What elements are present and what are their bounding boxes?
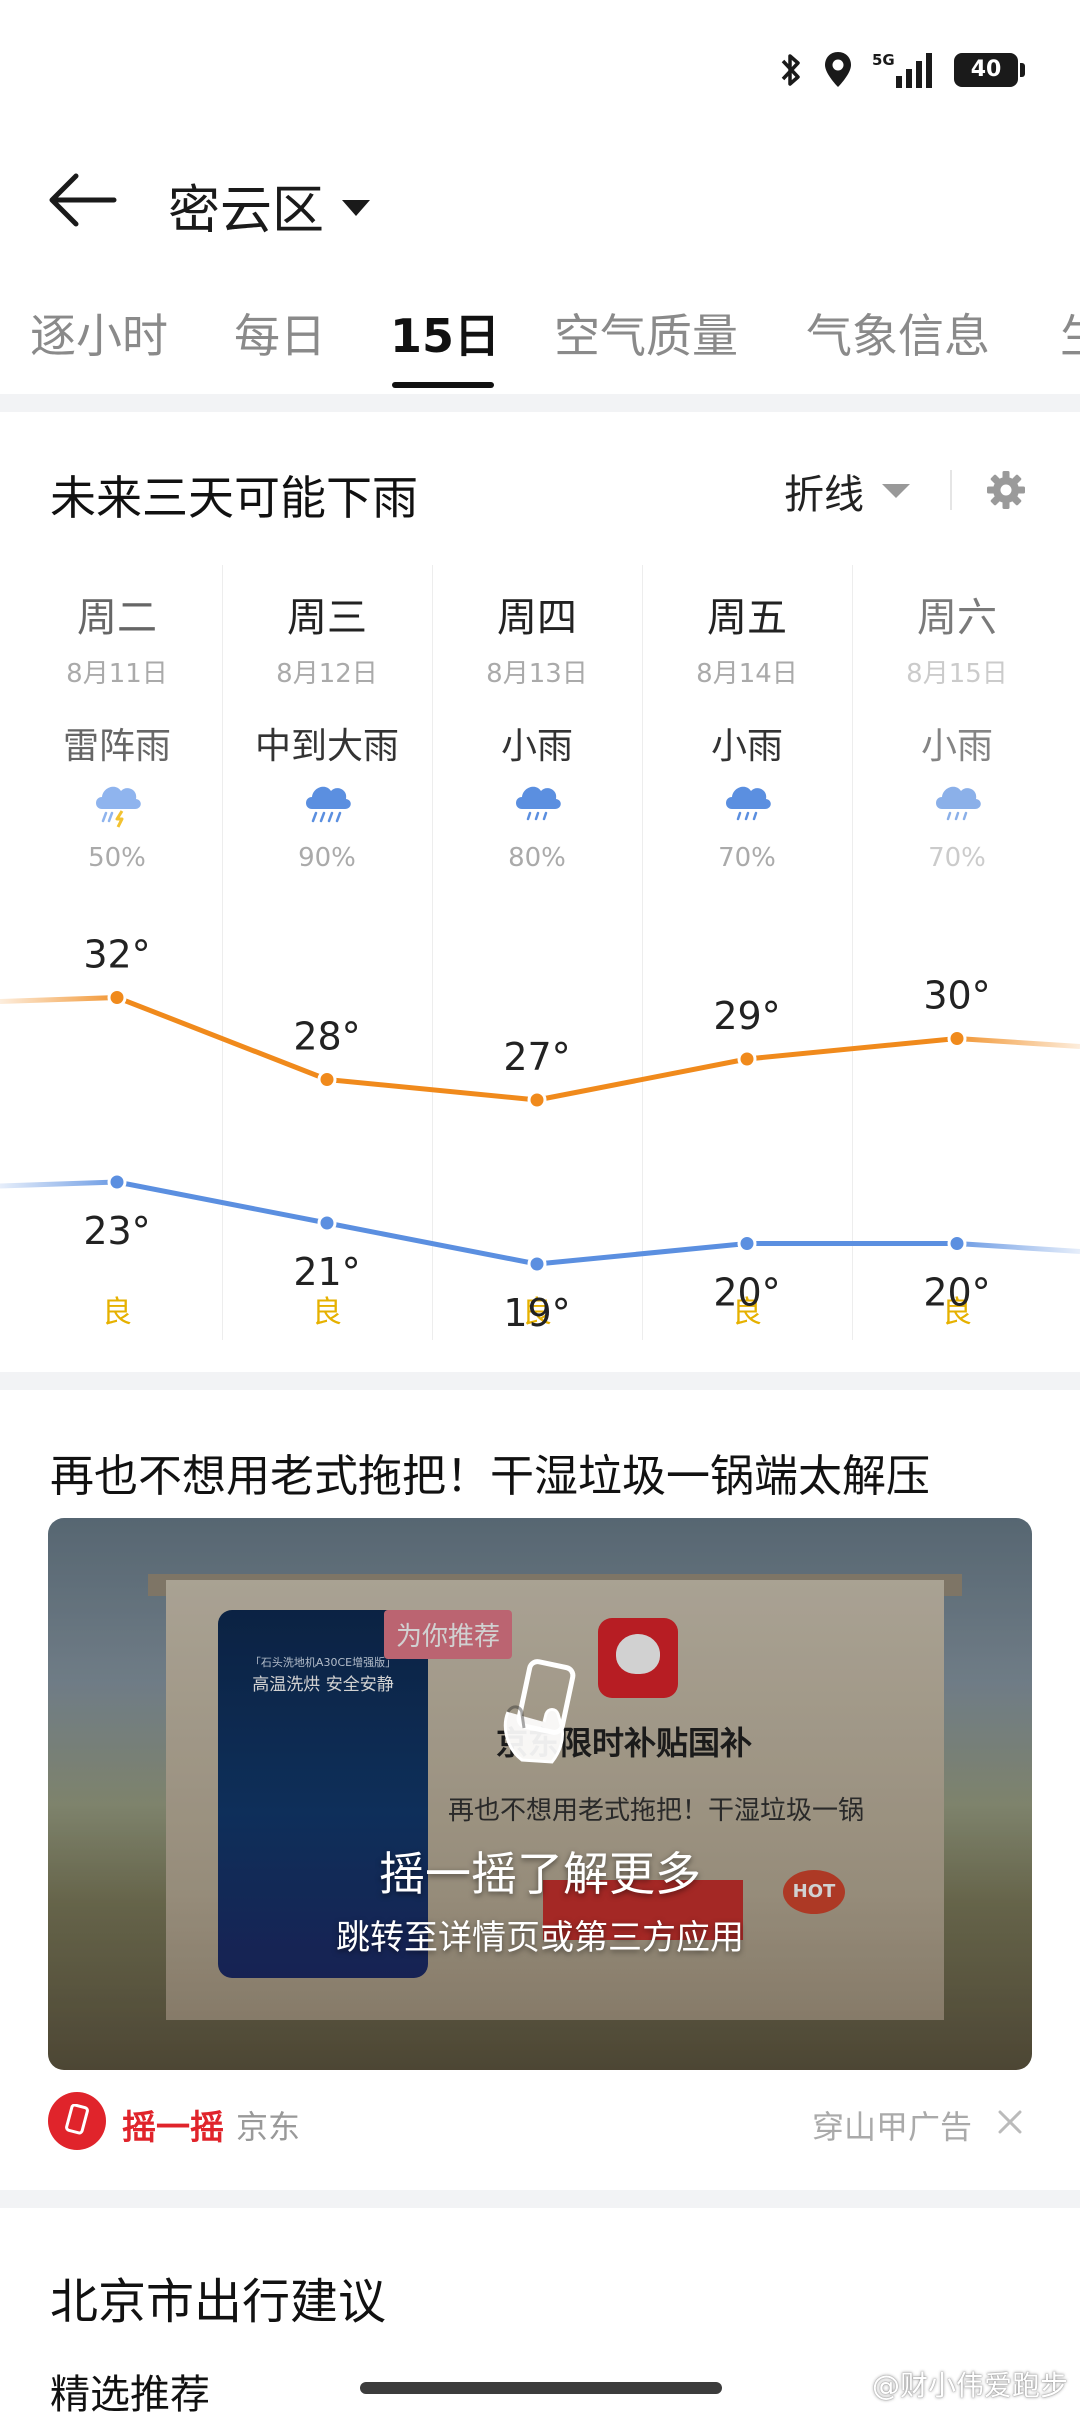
ad-overlay — [48, 1518, 1032, 2070]
shake-label[interactable]: 摇一摇 — [122, 2100, 224, 2149]
aqi-label: 良 — [312, 1295, 342, 1330]
day-date: 8月13日 — [486, 659, 588, 689]
tab-hourly[interactable]: 逐小时 — [30, 300, 168, 366]
light-rain-icon — [516, 786, 561, 821]
day-name: 周二 — [77, 595, 157, 641]
day-condition: 小雨 — [500, 726, 573, 767]
battery-indicator: 40 — [954, 53, 1025, 87]
day-name: 周五 — [707, 595, 787, 641]
tab-bar: 逐小时 每日 15日 空气质量 气象信息 生 — [0, 290, 1080, 390]
location-icon — [825, 52, 851, 87]
status-icons: 5G 40 — [778, 48, 1025, 92]
day-condition: 中到大雨 — [254, 726, 399, 767]
tab-weather-info[interactable]: 气象信息 — [806, 300, 990, 366]
status-bar: 5G 40 — [0, 0, 1080, 140]
forecast-days: 周二 8月11日 雷阵雨 50% 良 周三 8月12日 中到大雨 90% 良 周… — [12, 565, 1080, 1340]
day-name: 周四 — [497, 595, 577, 641]
chevron-down-icon — [342, 199, 371, 216]
network-type: 5G — [872, 51, 895, 69]
tab-15day[interactable]: 15日 — [390, 300, 500, 366]
home-indicator[interactable] — [360, 2382, 722, 2394]
day-date: 8月12日 — [276, 659, 378, 689]
shake-title: 摇一摇了解更多 — [379, 1847, 701, 1901]
forecast-day[interactable]: 周三 8月12日 中到大雨 90% 良 — [222, 565, 432, 1340]
ad-banner[interactable]: 「石头洗地机A30CE增强版」 高温洗烘 安全安静 为你推荐 京东限时补贴国补 … — [48, 1518, 1032, 2070]
forecast-day[interactable]: 周四 8月13日 小雨 80% 良 — [432, 565, 642, 1340]
ad-title[interactable]: 再也不想用老式拖把！干湿垃圾一锅端太解压 — [50, 1440, 930, 1504]
shake-subtitle: 跳转至详情页或第三方应用 — [336, 1918, 744, 1958]
precip-chance: 50% — [88, 843, 146, 873]
active-tab-indicator — [392, 382, 494, 388]
divider — [0, 394, 1080, 412]
travel-advice-title: 北京市出行建议 — [50, 2274, 387, 2330]
chevron-down-icon — [882, 484, 910, 498]
tab-air-quality[interactable]: 空气质量 — [554, 300, 738, 366]
battery-level: 40 — [970, 57, 1002, 82]
day-name: 周三 — [287, 595, 367, 641]
divider — [0, 2190, 1080, 2208]
tab-more-partial[interactable]: 生 — [1060, 300, 1080, 366]
forecast-day[interactable]: 周五 8月14日 小雨 70% 良 — [642, 565, 852, 1340]
day-date: 8月14日 — [696, 659, 798, 689]
thunder-rain-icon — [96, 786, 141, 828]
location-name: 密云区 — [168, 181, 325, 241]
shake-phone-icon — [503, 1659, 576, 1764]
back-arrow-icon[interactable] — [46, 172, 118, 228]
forecast-day[interactable]: 周二 8月11日 雷阵雨 50% 良 — [12, 565, 222, 1340]
close-icon[interactable] — [994, 2106, 1026, 2138]
watermark: @财小伟爱跑步 — [871, 2369, 1068, 2402]
aqi-label: 良 — [102, 1295, 132, 1330]
light-rain-icon — [726, 786, 771, 821]
aqi-label: 良 — [522, 1295, 552, 1330]
day-date: 8月15日 — [906, 659, 1008, 689]
bluetooth-icon — [781, 54, 800, 86]
day-condition: 小雨 — [710, 726, 783, 767]
divider — [0, 1372, 1080, 1390]
advertiser-name: 京东 — [236, 2108, 301, 2146]
chart-mode-label: 折线 — [784, 472, 864, 518]
divider — [950, 470, 952, 510]
precip-chance: 70% — [928, 843, 986, 873]
light-rain-icon — [936, 786, 981, 821]
precip-chance: 90% — [298, 843, 356, 873]
ad-source-label: 穿山甲广告 — [811, 2108, 972, 2146]
signal-5g-icon: 5G — [872, 51, 932, 88]
forecast-title: 未来三天可能下雨 — [50, 471, 418, 525]
featured-picks-label[interactable]: 精选推荐 — [50, 2362, 210, 2412]
day-condition: 雷阵雨 — [62, 726, 171, 767]
shake-badge-icon — [48, 2092, 106, 2150]
heavy-rain-icon — [306, 786, 351, 823]
aqi-label: 良 — [942, 1295, 972, 1330]
tab-daily[interactable]: 每日 — [234, 300, 326, 366]
header: 密云区 — [0, 150, 1080, 250]
location-selector[interactable]: 密云区 — [168, 168, 371, 243]
precip-chance: 80% — [508, 843, 566, 873]
day-name: 周六 — [917, 595, 997, 641]
ad-footer: 摇一摇 京东 穿山甲广告 — [48, 2092, 1032, 2152]
precip-chance: 70% — [718, 843, 776, 873]
aqi-label: 良 — [732, 1295, 762, 1330]
gear-icon[interactable] — [984, 468, 1028, 512]
day-condition: 小雨 — [920, 726, 993, 767]
chart-mode-selector[interactable]: 折线 — [784, 462, 910, 520]
forecast-day[interactable]: 周六 8月15日 小雨 70% 良 — [852, 565, 1062, 1340]
day-date: 8月11日 — [66, 659, 168, 689]
